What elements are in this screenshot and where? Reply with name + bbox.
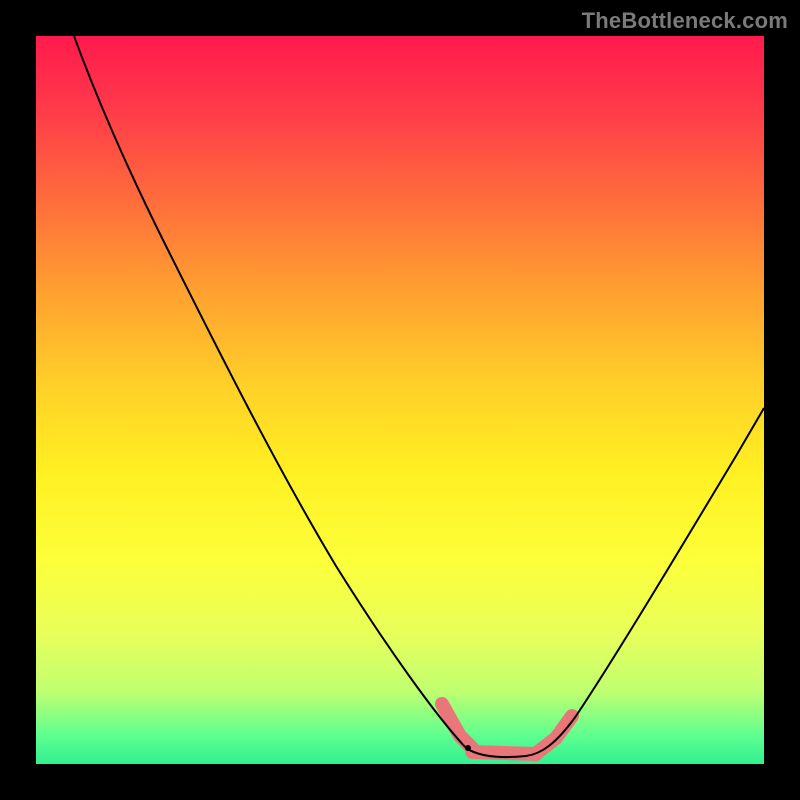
min-marker [465,745,471,751]
plot-area [36,36,764,764]
bottleneck-curve [74,36,764,757]
highlight-segments [442,704,572,754]
curve-svg [36,36,764,764]
watermark-text: TheBottleneck.com [582,8,788,34]
chart-frame: TheBottleneck.com [0,0,800,800]
highlight-right [538,716,572,752]
